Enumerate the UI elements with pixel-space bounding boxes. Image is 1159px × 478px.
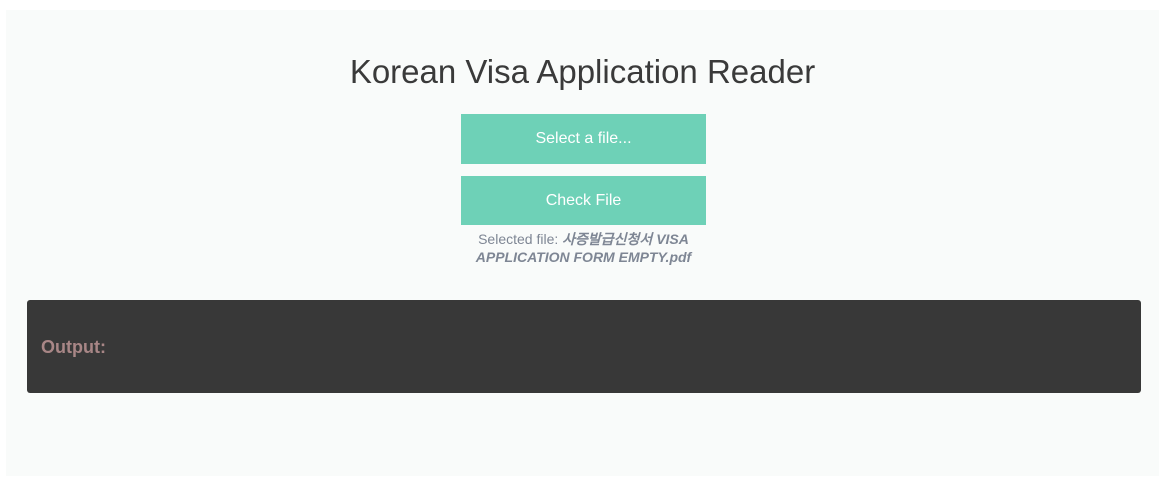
selected-file-prefix: Selected file: (478, 231, 563, 247)
output-panel: Output: (27, 300, 1141, 393)
page-title: Korean Visa Application Reader (349, 53, 816, 90)
select-file-button[interactable]: Select a file... (461, 114, 706, 164)
output-label: Output: (41, 337, 106, 357)
check-file-button[interactable]: Check File (461, 176, 706, 225)
selected-file-info: Selected file: 사증발급신청서 VISA APPLICATION … (446, 230, 721, 266)
app-container: Korean Visa Application Reader Select a … (6, 10, 1159, 476)
